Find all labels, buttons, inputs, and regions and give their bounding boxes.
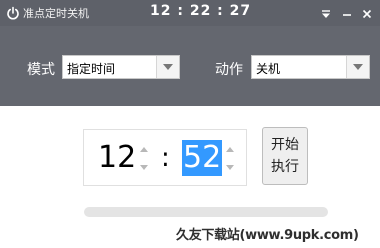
- chevron-down-icon[interactable]: [156, 56, 179, 78]
- action-label: 动作: [215, 62, 243, 78]
- spin-up-icon[interactable]: [138, 141, 150, 157]
- hour-input[interactable]: 12: [98, 140, 136, 176]
- close-button[interactable]: [358, 4, 376, 22]
- minimize-button[interactable]: [338, 4, 356, 22]
- settings-panel: 模式 指定时间 动作 关机: [0, 26, 380, 106]
- minute-input[interactable]: 52: [182, 140, 223, 176]
- spin-up-icon[interactable]: [224, 141, 236, 157]
- watermark: 久友下载站(www.9upk.com): [176, 224, 380, 248]
- spin-down-icon[interactable]: [224, 159, 236, 175]
- minimize-icon: [342, 4, 352, 23]
- mode-select-value: 指定时间: [67, 62, 116, 76]
- app-title: 准点定时关机: [23, 7, 89, 20]
- minute-spinner[interactable]: [224, 141, 236, 175]
- current-time-clock: 12 : 22 : 27: [150, 3, 252, 19]
- time-separator: :: [161, 143, 170, 173]
- mode-label: 模式: [27, 62, 55, 78]
- start-execute-label: 开始执行: [271, 137, 299, 175]
- start-execute-button[interactable]: 开始执行: [262, 127, 308, 185]
- hour-spinner[interactable]: [138, 141, 150, 175]
- action-select[interactable]: 关机: [251, 55, 370, 79]
- close-icon: [362, 4, 372, 23]
- power-icon: [6, 5, 20, 20]
- time-picker: 12 : 52: [83, 129, 247, 186]
- mode-select[interactable]: 指定时间: [62, 55, 180, 79]
- menu-icon: [321, 4, 331, 23]
- menu-button[interactable]: [317, 4, 335, 22]
- countdown-progress-bar: [84, 207, 328, 217]
- title-bar: 准点定时关机 12 : 22 : 27: [0, 0, 380, 26]
- spin-down-icon[interactable]: [138, 159, 150, 175]
- chevron-down-icon[interactable]: [346, 56, 369, 78]
- action-select-value: 关机: [256, 62, 281, 76]
